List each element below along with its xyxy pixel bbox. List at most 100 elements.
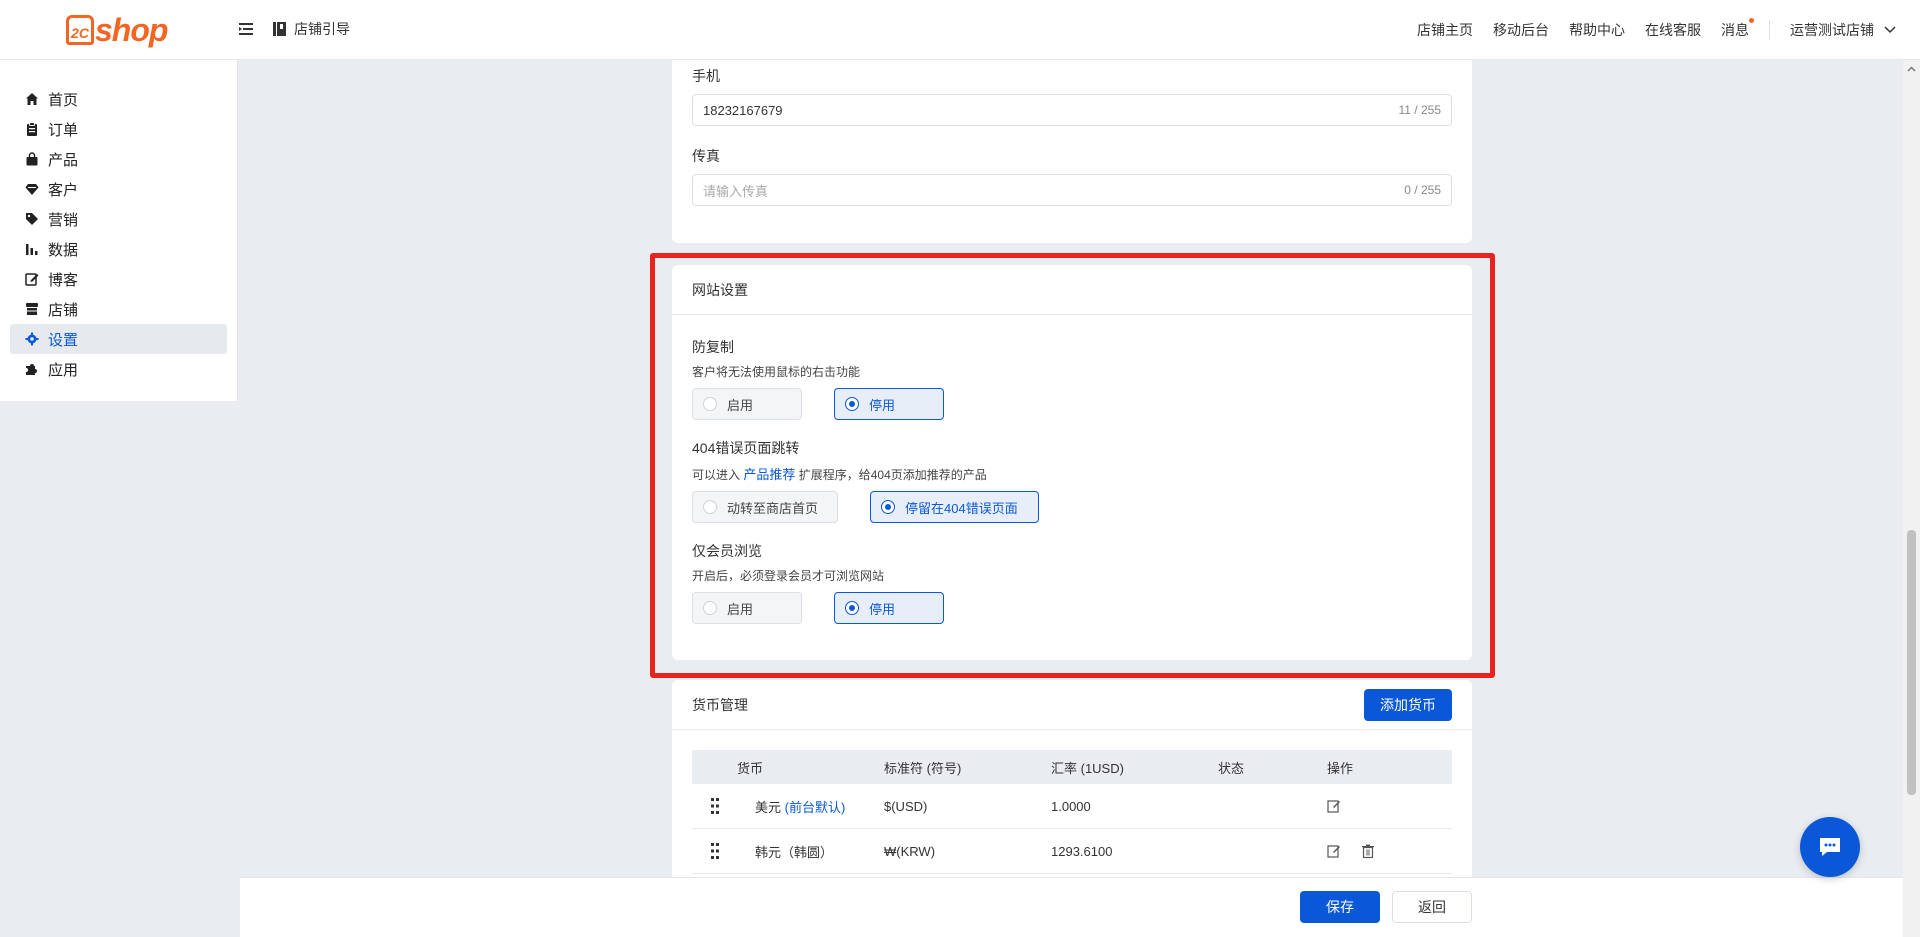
sidebar-item-customers[interactable]: 客户 bbox=[10, 174, 227, 204]
fax-placeholder: 请输入传真 bbox=[703, 183, 769, 199]
sidebar-item-label: 数据 bbox=[48, 241, 79, 259]
edit-icon[interactable] bbox=[1327, 799, 1341, 813]
phone-label: 手机 bbox=[692, 68, 720, 84]
nav-help-center[interactable]: 帮助中心 bbox=[1569, 20, 1625, 40]
col-header-status: 状态 bbox=[1218, 760, 1245, 776]
sidebar-item-label: 客户 bbox=[48, 181, 79, 199]
clipboard-icon bbox=[27, 122, 37, 136]
sidebar-item-label: 设置 bbox=[48, 331, 79, 349]
col-header-code: 标准符 (符号) bbox=[884, 760, 962, 776]
redirect-404-title: 404错误页面跳转 bbox=[692, 440, 800, 456]
menu-toggle-icon[interactable] bbox=[238, 20, 256, 38]
sidebar-item-store[interactable]: 店铺 bbox=[10, 294, 227, 324]
add-currency-button[interactable]: 添加货币 bbox=[1364, 689, 1452, 721]
anti-copy-enable-radio[interactable]: 启用 bbox=[692, 388, 802, 420]
save-button[interactable]: 保存 bbox=[1300, 891, 1380, 923]
fax-counter: 0 / 255 bbox=[1404, 183, 1441, 197]
nav-store-home[interactable]: 店铺主页 bbox=[1417, 20, 1473, 40]
sidebar-item-label: 店铺 bbox=[48, 301, 79, 319]
store-icon bbox=[26, 303, 38, 315]
website-settings-title: 网站设置 bbox=[692, 281, 748, 298]
currency-name-text: 美元 bbox=[755, 799, 782, 815]
sidebar-item-blog[interactable]: 博客 bbox=[10, 264, 227, 294]
redirect-home-radio[interactable]: 动转至商店首页 bbox=[692, 491, 838, 523]
notification-dot bbox=[1749, 18, 1754, 23]
redirect-404-options: 动转至商店首页 停留在404错误页面 bbox=[692, 491, 1071, 523]
currency-name: 韩元（韩圆） bbox=[737, 842, 884, 861]
phone-value: 18232167679 bbox=[703, 102, 783, 118]
sidebar-item-orders[interactable]: 订单 bbox=[10, 114, 227, 144]
tag-icon bbox=[26, 213, 38, 225]
scroll-thumb[interactable] bbox=[1907, 530, 1916, 795]
redirect-404-desc: 可以进入 产品推荐 扩展程序，给404页添加推荐的产品 bbox=[692, 464, 1071, 483]
guide-label: 店铺引导 bbox=[294, 21, 350, 37]
members-only-options: 启用 停用 bbox=[692, 592, 976, 624]
page-scrollbar[interactable] bbox=[1903, 60, 1920, 937]
contact-card: 手机 18232167679 11 / 255 传真 请输入传真 0 / 255 bbox=[672, 48, 1472, 243]
sidebar-item-label: 营销 bbox=[48, 211, 79, 229]
phone-input[interactable]: 18232167679 11 / 255 bbox=[692, 94, 1452, 126]
radio-label: 停用 bbox=[869, 397, 896, 413]
redirect-desc-prefix: 可以进入 bbox=[692, 468, 741, 482]
bar-chart-icon bbox=[26, 244, 38, 255]
footer-action-bar: 保存 返回 bbox=[240, 877, 1916, 937]
store-name: 运营测试店铺 bbox=[1790, 22, 1874, 38]
nav-messages[interactable]: 消息 bbox=[1721, 18, 1754, 40]
logo-text: shop bbox=[95, 11, 168, 48]
logo[interactable]: 2C shop bbox=[66, 11, 168, 48]
sidebar-item-settings[interactable]: 设置 bbox=[10, 324, 227, 354]
currency-name: 美元 (前台默认) bbox=[737, 797, 884, 816]
logo-mark: 2C bbox=[66, 15, 94, 45]
store-switcher[interactable]: 运营测试店铺 bbox=[1790, 20, 1896, 40]
anti-copy-desc: 客户将无法使用鼠标的右击功能 bbox=[692, 365, 861, 379]
sidebar-item-label: 应用 bbox=[48, 361, 79, 379]
redirect-desc-suffix: 扩展程序，给404页添加推荐的产品 bbox=[798, 468, 987, 482]
bag-icon bbox=[26, 152, 38, 166]
radio-circle bbox=[703, 601, 717, 615]
store-guide-link[interactable]: 店铺引导 bbox=[273, 19, 350, 39]
gear-icon bbox=[25, 332, 39, 346]
radio-circle bbox=[845, 601, 859, 615]
nav-mobile-admin[interactable]: 移动后台 bbox=[1493, 20, 1549, 40]
home-icon bbox=[26, 93, 38, 105]
radio-circle bbox=[881, 500, 895, 514]
radio-label: 停用 bbox=[869, 601, 896, 617]
edit-icon[interactable] bbox=[1327, 844, 1341, 858]
radio-label: 动转至商店首页 bbox=[727, 500, 819, 516]
drag-handle[interactable] bbox=[692, 843, 737, 859]
drag-handle-icon bbox=[710, 843, 719, 859]
members-only-setting: 仅会员浏览 开启后，必须登录会员才可浏览网站 启用 停用 bbox=[692, 541, 976, 624]
top-nav: 店铺主页 移动后台 帮助中心 在线客服 消息 运营测试店铺 bbox=[1397, 0, 1896, 60]
fax-input[interactable]: 请输入传真 0 / 255 bbox=[692, 174, 1452, 206]
sidebar-item-marketing[interactable]: 营销 bbox=[10, 204, 227, 234]
anti-copy-options: 启用 停用 bbox=[692, 388, 976, 420]
trash-icon[interactable] bbox=[1361, 844, 1375, 858]
back-button[interactable]: 返回 bbox=[1392, 891, 1472, 923]
default-tag: (前台默认) bbox=[784, 799, 846, 815]
drag-handle[interactable] bbox=[692, 798, 737, 814]
sidebar-item-home[interactable]: 首页 bbox=[10, 84, 227, 114]
nav-divider bbox=[1769, 20, 1770, 40]
radio-circle bbox=[703, 500, 717, 514]
stay-404-radio[interactable]: 停留在404错误页面 bbox=[870, 491, 1039, 523]
product-recommend-link[interactable]: 产品推荐 bbox=[743, 467, 795, 482]
members-only-disable-radio[interactable]: 停用 bbox=[834, 592, 944, 624]
radio-label: 停留在404错误页面 bbox=[905, 500, 1018, 516]
currency-header: 货币管理 添加货币 bbox=[672, 680, 1472, 730]
sidebar-item-products[interactable]: 产品 bbox=[10, 144, 227, 174]
scroll-up-icon[interactable] bbox=[1907, 65, 1916, 74]
sidebar-item-apps[interactable]: 应用 bbox=[10, 354, 227, 384]
nav-online-service[interactable]: 在线客服 bbox=[1645, 20, 1701, 40]
sidebar-item-data[interactable]: 数据 bbox=[10, 234, 227, 264]
redirect-404-setting: 404错误页面跳转 可以进入 产品推荐 扩展程序，给404页添加推荐的产品 动转… bbox=[692, 438, 1071, 523]
currency-ops bbox=[1327, 844, 1452, 858]
chat-button[interactable] bbox=[1800, 817, 1860, 877]
anti-copy-disable-radio[interactable]: 停用 bbox=[834, 388, 944, 420]
table-header: 货币 标准符 (符号) 汇率 (1USD) 状态 操作 bbox=[692, 750, 1452, 784]
members-only-enable-radio[interactable]: 启用 bbox=[692, 592, 802, 624]
top-bar: 2C shop 店铺引导 店铺主页 移动后台 帮助中心 在线客服 消息 运营测试… bbox=[0, 0, 1920, 60]
members-only-title: 仅会员浏览 bbox=[692, 543, 762, 559]
sidebar-item-label: 订单 bbox=[48, 121, 79, 139]
table-row: 美元 (前台默认) $(USD) 1.0000 bbox=[692, 784, 1452, 829]
sidebar-item-label: 首页 bbox=[48, 91, 79, 109]
